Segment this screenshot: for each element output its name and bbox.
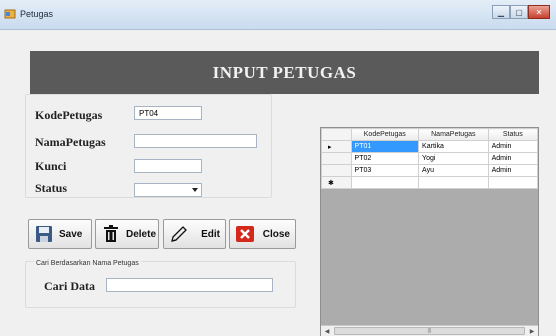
grid-cell[interactable]: Kartika: [418, 140, 489, 153]
current-row-marker-icon: ▸: [328, 143, 332, 151]
search-input[interactable]: [106, 278, 273, 292]
header-banner: INPUT PETUGAS: [30, 51, 539, 94]
nama-petugas-field[interactable]: [134, 134, 257, 148]
window-title: Petugas: [20, 9, 54, 19]
floppy-disk-icon: [34, 224, 54, 244]
window-close-button[interactable]: ✕: [528, 5, 550, 19]
scrollbar-thumb[interactable]: |||: [334, 327, 525, 335]
column-header-kode[interactable]: KodePetugas: [350, 128, 420, 141]
row-header[interactable]: ▸: [321, 140, 352, 153]
kunci-field[interactable]: [134, 159, 202, 173]
pencil-icon: [169, 224, 189, 244]
grid-table: KodePetugas NamaPetugas Status ▸ PT01 Ka…: [321, 128, 539, 189]
edit-label: Edit: [201, 228, 220, 240]
horizontal-scrollbar[interactable]: ◀ ||| ▶: [321, 325, 538, 336]
kode-petugas-label: KodePetugas: [35, 108, 103, 122]
trash-icon: [101, 224, 121, 244]
new-row[interactable]: ✱: [321, 176, 539, 189]
grid-cell[interactable]: Admin: [487, 164, 539, 177]
scroll-right-icon[interactable]: ▶: [526, 326, 538, 336]
column-header-nama[interactable]: NamaPetugas: [418, 128, 489, 141]
cari-data-label: Cari Data: [44, 279, 95, 293]
petugas-data-grid[interactable]: KodePetugas NamaPetugas Status ▸ PT01 Ka…: [320, 127, 539, 336]
minimize-button[interactable]: ▁: [492, 5, 510, 19]
grid-cell[interactable]: Admin: [487, 140, 539, 153]
search-group-caption: Cari Berdasarkan Nama Petugas: [34, 260, 141, 267]
row-header[interactable]: [321, 164, 352, 177]
edit-button[interactable]: Edit: [163, 219, 226, 249]
close-label: Close: [262, 228, 290, 240]
row-header-corner: [321, 128, 352, 141]
grid-cell[interactable]: PT01: [350, 140, 420, 153]
chevron-down-icon: [192, 188, 198, 192]
app-icon: [4, 8, 16, 20]
grid-cell[interactable]: PT02: [350, 152, 420, 165]
kode-petugas-field[interactable]: [134, 106, 202, 120]
maximize-button[interactable]: ▢: [510, 5, 528, 19]
grid-cell[interactable]: Admin: [487, 152, 539, 165]
grid-cell[interactable]: Ayu: [418, 164, 489, 177]
row-header[interactable]: [321, 152, 352, 165]
column-header-status[interactable]: Status: [487, 128, 539, 141]
grid-cell[interactable]: [418, 176, 489, 189]
nama-petugas-label: NamaPetugas: [35, 135, 106, 149]
grid-cell[interactable]: [487, 176, 539, 189]
input-groupbox: KodePetugas NamaPetugas Kunci Status: [25, 94, 272, 198]
grid-cell[interactable]: PT03: [350, 164, 420, 177]
delete-label: Delete: [126, 228, 157, 240]
save-button[interactable]: Save: [28, 219, 92, 249]
page-title: INPUT PETUGAS: [212, 62, 357, 82]
close-button[interactable]: Close: [229, 219, 296, 249]
grid-header-row: KodePetugas NamaPetugas Status: [321, 128, 539, 141]
table-row[interactable]: PT02 Yogi Admin: [321, 152, 539, 165]
status-dropdown[interactable]: [134, 183, 202, 197]
window-controls: ▁ ▢ ✕: [492, 5, 550, 19]
save-label: Save: [59, 228, 83, 240]
title-bar: Petugas ▁ ▢ ✕: [0, 0, 556, 30]
search-groupbox: Cari Berdasarkan Nama Petugas Cari Data: [25, 260, 296, 308]
delete-button[interactable]: Delete: [95, 219, 159, 249]
status-label: Status: [35, 181, 68, 195]
scroll-left-icon[interactable]: ◀: [321, 326, 333, 336]
grid-cell[interactable]: [350, 176, 420, 189]
kunci-label: Kunci: [35, 159, 67, 173]
close-icon: [235, 224, 255, 244]
new-row-marker-icon: ✱: [328, 179, 334, 187]
form-client-area: INPUT PETUGAS KodePetugas NamaPetugas Ku…: [0, 30, 556, 336]
table-row[interactable]: ▸ PT01 Kartika Admin: [321, 140, 539, 153]
row-header[interactable]: ✱: [321, 176, 352, 189]
grid-cell[interactable]: Yogi: [418, 152, 489, 165]
table-row[interactable]: PT03 Ayu Admin: [321, 164, 539, 177]
